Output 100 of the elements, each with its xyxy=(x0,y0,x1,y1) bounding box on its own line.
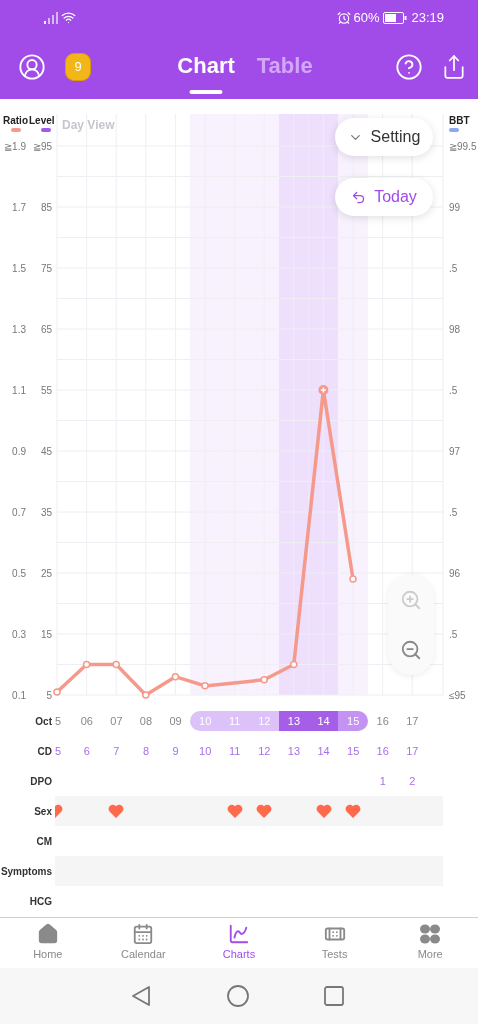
legend-label: Level xyxy=(29,115,55,126)
row-label: Oct xyxy=(34,714,52,729)
peak-point-icon xyxy=(318,385,329,395)
data-point xyxy=(112,660,120,669)
data-point xyxy=(201,682,209,690)
date-label[interactable]: 09 xyxy=(160,711,191,731)
view-tab[interactable]: Chart xyxy=(177,48,235,86)
axis-tick-label: ≤95 xyxy=(449,690,466,701)
axis-tick-label: .5 xyxy=(449,385,458,396)
nav-tab[interactable]: Charts xyxy=(191,918,287,968)
day-number: 2 xyxy=(409,773,416,789)
axis-tick-label: ≧95 xyxy=(32,141,52,152)
axis-tick-label: 25 xyxy=(40,568,52,579)
day-number: 13 xyxy=(287,743,301,759)
heart-icon xyxy=(345,804,362,818)
date-label[interactable]: 17 xyxy=(397,711,428,731)
axis-tick-label: 99 xyxy=(449,202,461,213)
axis-tick-label: 0.1 xyxy=(12,690,26,701)
alarm-icon xyxy=(337,10,352,25)
nav-tab[interactable]: Home xyxy=(0,918,96,968)
date-label[interactable]: 5 xyxy=(55,711,72,731)
row-label: CM xyxy=(35,834,52,849)
recents-button[interactable] xyxy=(324,986,344,1006)
axis-tick-label: 1.5 xyxy=(12,263,26,274)
view-label: Day View xyxy=(62,118,115,132)
axis-tick-label: 1.1 xyxy=(12,385,26,396)
row-label: CD xyxy=(36,744,52,759)
date-label[interactable]: 14 xyxy=(308,711,339,731)
axis-tick-label: 45 xyxy=(40,446,52,457)
axis-tick-label: 55 xyxy=(40,385,52,396)
day-number: 15 xyxy=(347,743,360,759)
heart-icon xyxy=(256,804,273,818)
day-number: 7 xyxy=(113,743,120,759)
profile-button[interactable] xyxy=(18,53,46,81)
day-number: 5 xyxy=(55,743,62,759)
axis-tick-label: 15 xyxy=(40,629,52,640)
date-label[interactable]: 07 xyxy=(101,711,132,731)
clover-icon xyxy=(419,923,442,946)
row-label: DPO xyxy=(29,774,52,789)
data-point xyxy=(260,676,268,684)
axis-tick-label: .5 xyxy=(449,507,458,518)
tab-underline xyxy=(189,89,223,94)
home-button[interactable] xyxy=(227,985,249,1007)
day-number: 11 xyxy=(229,743,241,759)
date-label[interactable]: 15 xyxy=(338,711,368,731)
axis-tick-label: 35 xyxy=(40,507,52,518)
day-number: 14 xyxy=(317,743,330,759)
heart-icon xyxy=(315,804,332,818)
axis-tick-label: 65 xyxy=(40,324,52,335)
axis-tick-label: 0.7 xyxy=(12,507,26,518)
legend-label: BBT xyxy=(449,115,470,126)
day-number: 1 xyxy=(379,773,386,789)
axis-tick-label: ≧1.9 xyxy=(4,141,26,152)
legend-label: Ratio xyxy=(3,115,28,126)
data-point xyxy=(82,660,91,669)
wifi-icon xyxy=(61,10,76,25)
setting-button[interactable]: Setting xyxy=(335,118,433,156)
axis-tick-label: 98 xyxy=(449,324,461,335)
day-number: 17 xyxy=(406,743,419,759)
date-label[interactable]: 06 xyxy=(72,711,102,731)
undo-icon xyxy=(351,189,367,205)
day-number: 16 xyxy=(376,743,389,759)
share-button[interactable] xyxy=(441,54,467,80)
axis-tick-label: .5 xyxy=(449,629,458,640)
axis-tick-label: 0.9 xyxy=(12,446,26,457)
help-button[interactable] xyxy=(395,53,423,81)
axis-tick-label: 0.5 xyxy=(12,568,26,579)
axis-tick-label: 5 xyxy=(46,690,52,701)
row-label: Sex xyxy=(33,804,52,819)
day-number: 9 xyxy=(172,743,179,759)
view-tab[interactable]: Table xyxy=(256,48,313,86)
axis-tick-label: 1.7 xyxy=(12,202,26,213)
today-button[interactable]: Today xyxy=(335,178,433,216)
axis-tick-label: 1.3 xyxy=(12,324,26,335)
data-point xyxy=(171,672,180,681)
nav-tab[interactable]: More xyxy=(382,918,478,968)
battery-percent: 60% xyxy=(353,8,380,27)
home-icon xyxy=(36,923,59,946)
date-label[interactable]: 13 xyxy=(279,711,309,731)
nav-tab[interactable]: Tests xyxy=(286,918,383,968)
day-number: 10 xyxy=(199,743,212,759)
data-point xyxy=(349,575,357,583)
heart-icon xyxy=(226,804,243,818)
calendar-icon xyxy=(132,923,155,946)
nav-tab[interactable]: Calendar xyxy=(95,918,192,968)
signal-icon xyxy=(44,11,58,24)
zoom-out-button[interactable] xyxy=(400,639,422,661)
data-point xyxy=(290,660,298,669)
day-number: 12 xyxy=(258,743,271,759)
date-label[interactable]: 08 xyxy=(131,711,161,731)
battery-icon xyxy=(383,11,408,24)
chart-icon xyxy=(228,923,250,946)
axis-tick-label: .5 xyxy=(449,263,458,274)
date-label[interactable]: 16 xyxy=(367,711,398,731)
clock-time: 23:19 xyxy=(411,8,444,27)
back-button[interactable] xyxy=(130,985,152,1007)
data-point xyxy=(53,688,61,696)
heart-icon xyxy=(108,804,125,818)
day-number: 6 xyxy=(83,743,90,759)
data-point xyxy=(142,691,150,699)
